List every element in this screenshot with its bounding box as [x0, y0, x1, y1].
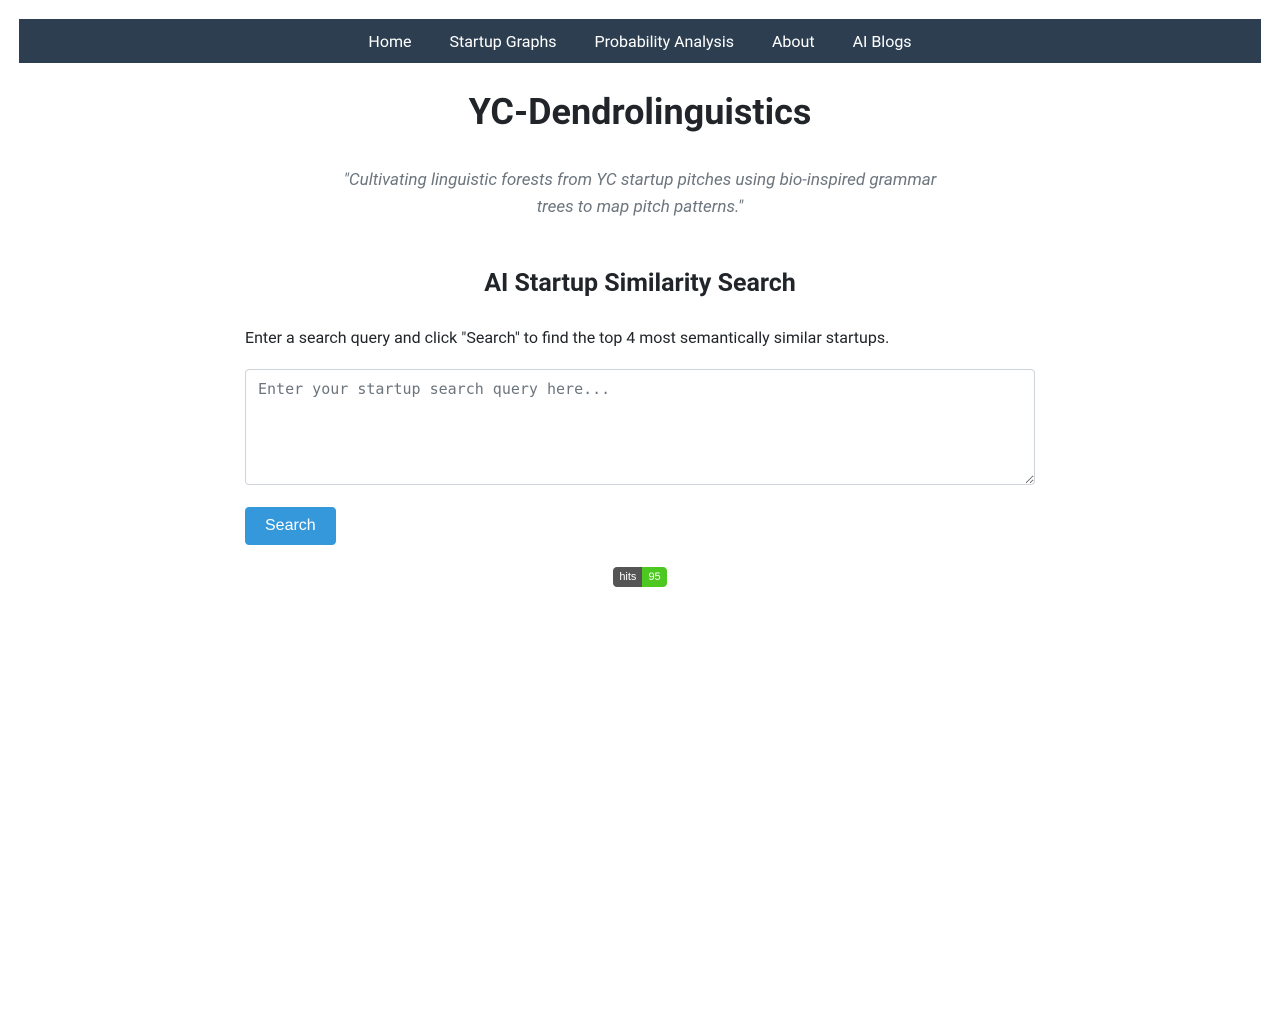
badge-label: hits	[613, 567, 642, 587]
search-section-title: AI Startup Similarity Search	[245, 269, 1035, 298]
main-navbar: Home Startup Graphs Probability Analysis…	[19, 19, 1261, 63]
main-content: YC-Dendrolinguistics "Cultivating lingui…	[245, 91, 1035, 587]
page-title: YC-Dendrolinguistics	[245, 91, 1035, 133]
search-input[interactable]	[245, 369, 1035, 485]
nav-ai-blogs[interactable]: AI Blogs	[834, 32, 931, 51]
nav-about[interactable]: About	[753, 32, 834, 51]
nav-probability-analysis[interactable]: Probability Analysis	[576, 32, 753, 51]
top-spacer	[0, 0, 1280, 19]
nav-startup-graphs[interactable]: Startup Graphs	[430, 32, 575, 51]
nav-home[interactable]: Home	[349, 32, 430, 51]
badge-value: 95	[642, 567, 666, 587]
search-instruction: Enter a search query and click "Search" …	[245, 328, 1035, 347]
tagline: "Cultivating linguistic forests from YC …	[245, 167, 1035, 221]
badge-container: hits 95	[613, 567, 666, 587]
search-button[interactable]: Search	[245, 507, 336, 545]
hits-counter: hits 95	[245, 567, 1035, 587]
